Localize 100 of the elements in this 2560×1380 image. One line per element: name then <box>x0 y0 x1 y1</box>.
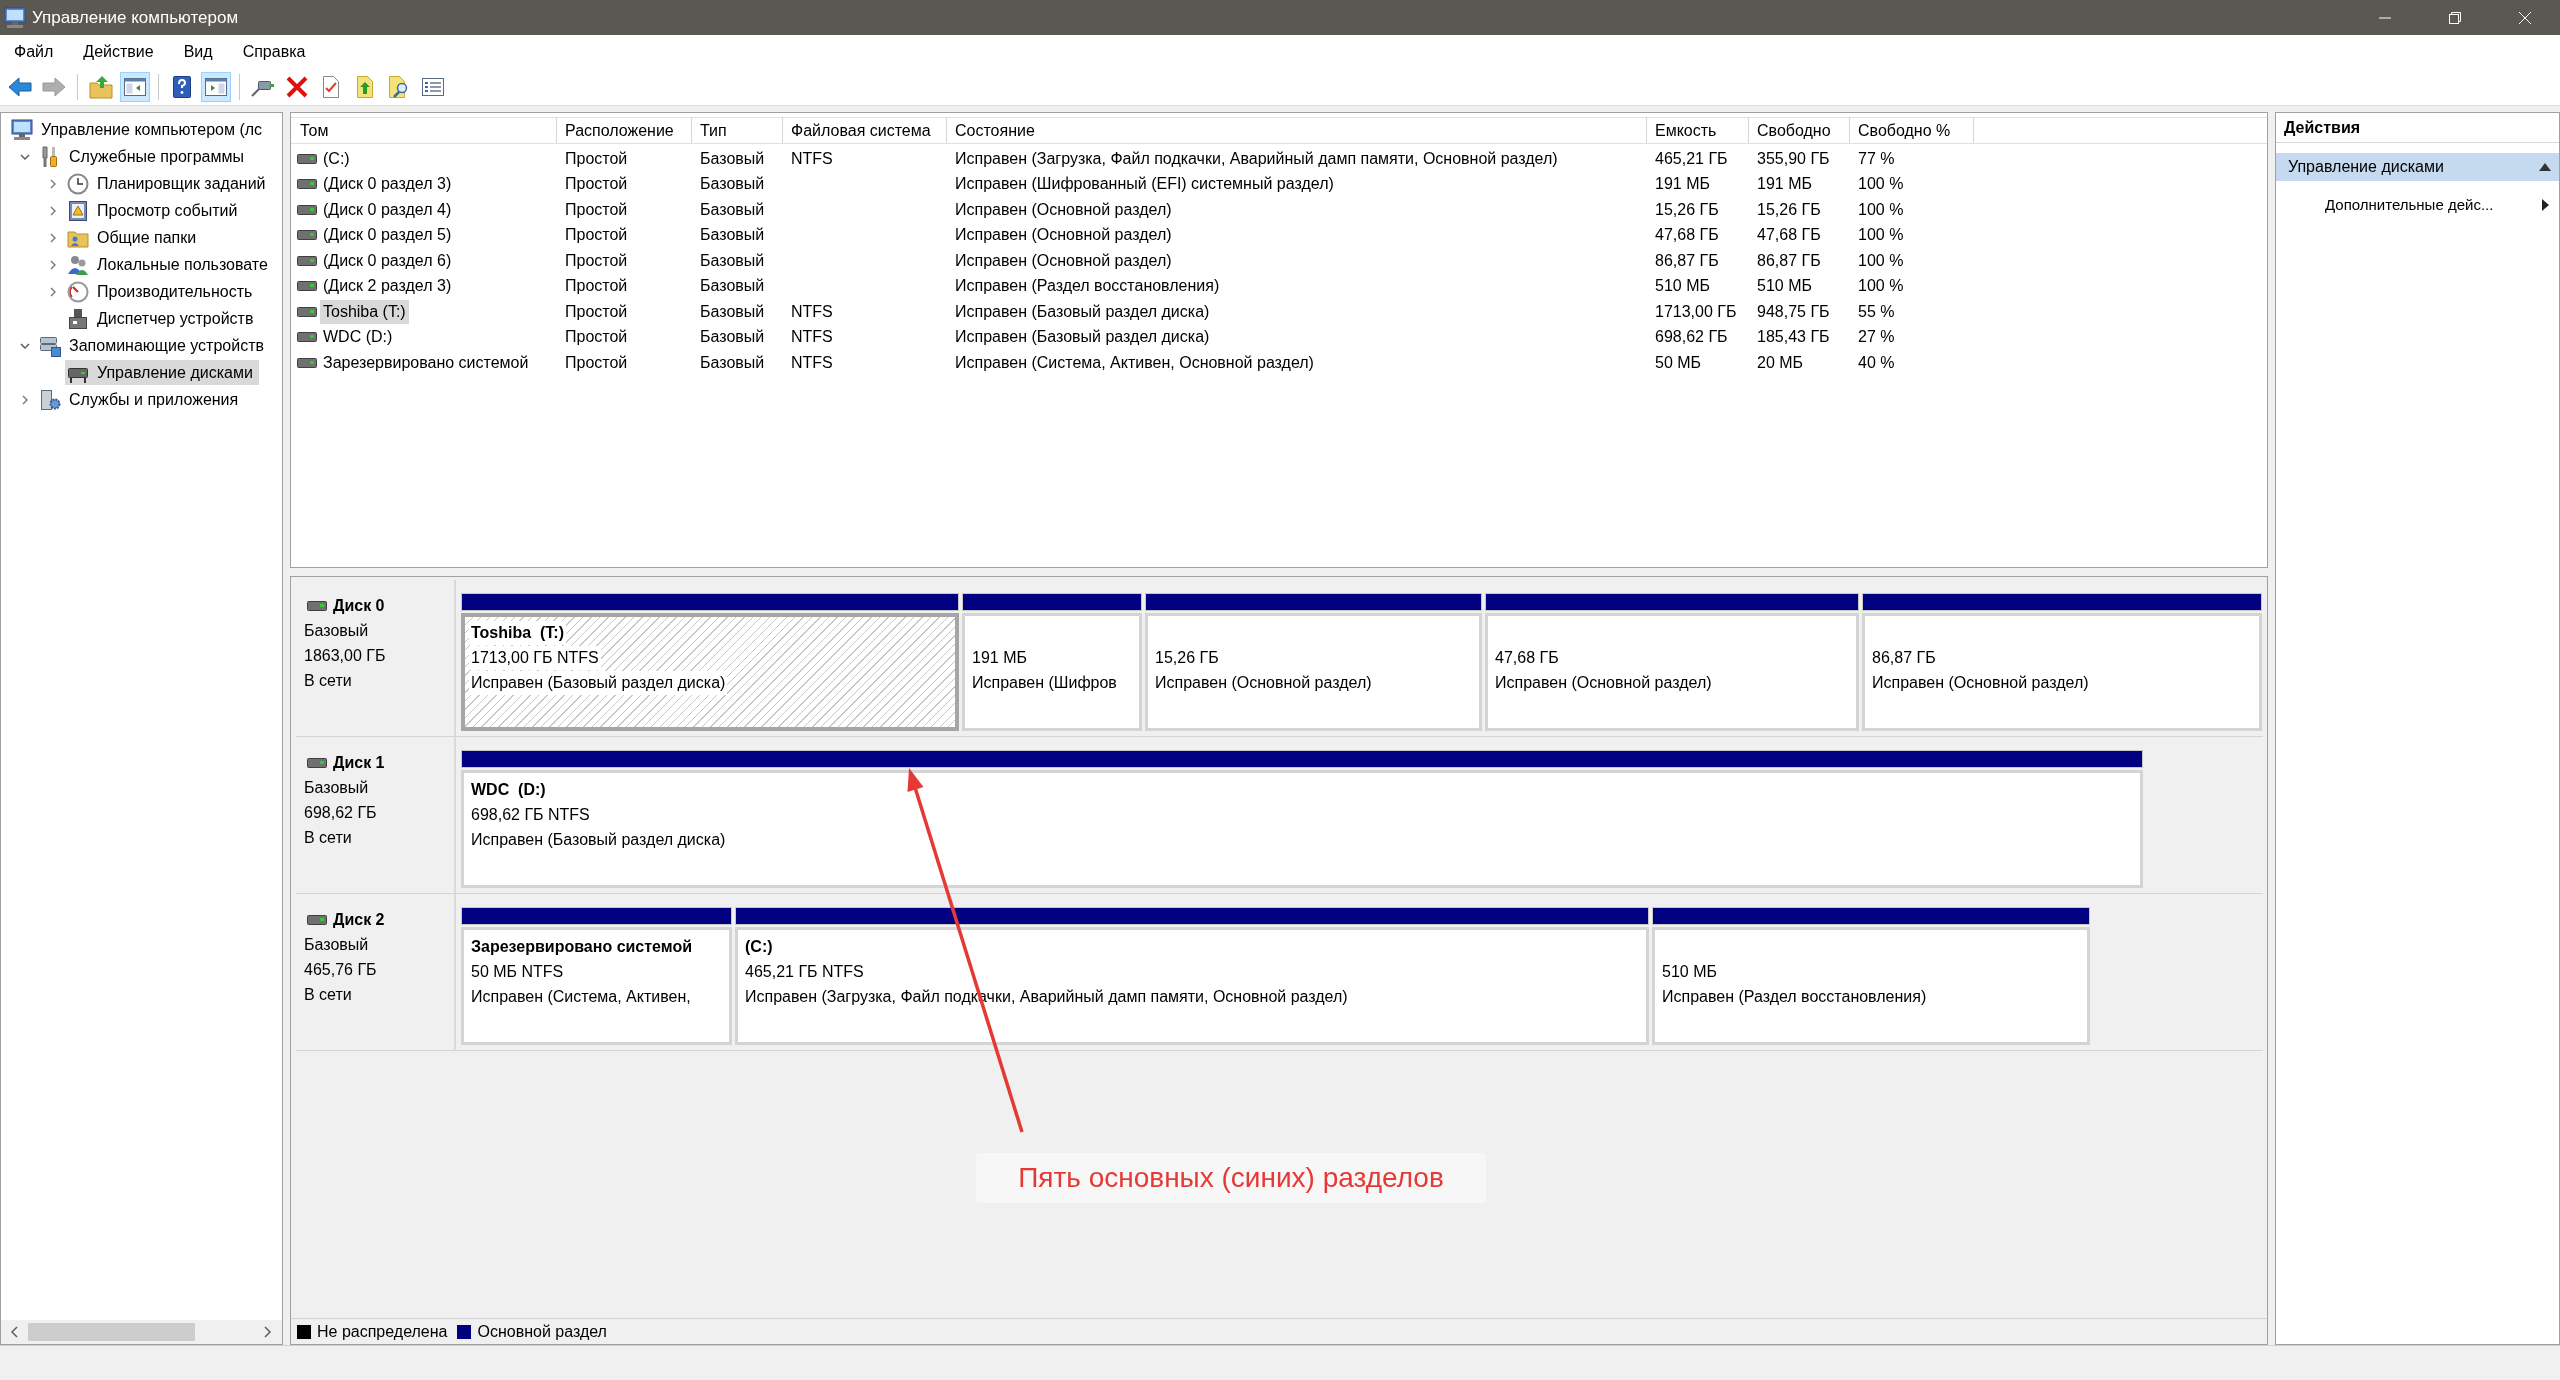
status-text: Исправен (Основной раздел) <box>955 250 1172 271</box>
chevron-right-icon[interactable] <box>48 178 58 189</box>
volume-name[interactable]: WDC (D:) <box>320 325 396 350</box>
partition-status: Исправен (Базовый раздел диска) <box>469 670 728 695</box>
tree-item[interactable]: Планировщик заданий <box>65 171 272 196</box>
layout-text: Простой <box>565 301 628 322</box>
layout-text: Простой <box>565 327 628 348</box>
status-text: Исправен (Система, Активен, Основной раздел) <box>955 352 1314 373</box>
menu-item[interactable]: Вид <box>175 37 221 67</box>
menu-item[interactable]: Справка <box>234 37 314 67</box>
type-text: Базовый <box>700 250 765 271</box>
tree-item[interactable]: Запоминающие устройств <box>37 333 270 358</box>
volume-name[interactable]: (Диск 0 раздел 4) <box>320 197 455 222</box>
type-text: Базовый <box>700 174 765 195</box>
console-tree-button[interactable] <box>120 72 150 102</box>
disk-type: Базовый <box>304 621 370 641</box>
free-space-text: 185,43 ГБ <box>1757 327 1830 348</box>
capacity-text: 50 МБ <box>1655 352 1702 373</box>
partition-panel[interactable]: 47,68 ГБ Исправен (Основной раздел) <box>1485 613 1859 731</box>
free-space-text: 355,90 ГБ <box>1757 148 1830 169</box>
status-text: Исправен (Базовый раздел диска) <box>955 301 1210 322</box>
free-percent-text: 100 % <box>1858 174 1904 195</box>
disk-name: Диск 2 <box>333 909 385 930</box>
drive-icon <box>297 153 317 164</box>
right-arrow-icon <box>42 75 66 99</box>
tree-item[interactable]: Служебные программы <box>37 144 250 169</box>
free-percent-text: 77 % <box>1858 148 1895 169</box>
capacity-text: 47,68 ГБ <box>1655 225 1719 246</box>
list-window-icon <box>421 75 445 99</box>
gauge-icon <box>67 280 89 303</box>
capacity-text: 698,62 ГБ <box>1655 327 1728 348</box>
action-pane-button[interactable] <box>201 72 231 102</box>
disk-name: Диск 0 <box>333 595 385 616</box>
capacity-text: 86,87 ГБ <box>1655 250 1719 271</box>
volume-name[interactable]: (Диск 2 раздел 3) <box>320 274 455 299</box>
free-percent-text: 100 % <box>1858 225 1904 246</box>
disk-size: 1863,00 ГБ <box>304 646 387 666</box>
tree-item[interactable]: Локальные пользовате <box>65 252 274 277</box>
partition-panel[interactable]: Зарезервировано системой 50 МБ NTFS Исправен (Система, Активен, <box>461 927 732 1045</box>
file-system-text: NTFS <box>791 148 833 169</box>
layout-text: Простой <box>565 225 628 246</box>
menu-item[interactable]: Файл <box>6 37 62 67</box>
computer-icon <box>4 6 26 29</box>
action-item[interactable]: Дополнительные дейс... <box>2276 187 2559 223</box>
legend-label: Основной раздел <box>477 1321 607 1342</box>
triangle-right-icon <box>2542 199 2549 211</box>
tree-item[interactable]: Диспетчер устройств <box>65 306 260 331</box>
volume-name[interactable]: Зарезервировано системой <box>320 350 532 375</box>
volume-name[interactable]: (C:) <box>320 146 353 171</box>
tree-item[interactable]: Просмотр событий <box>65 198 244 223</box>
partition-panel[interactable]: 510 МБ Исправен (Раздел восстановления) <box>1652 927 2090 1045</box>
drive-icon <box>297 357 317 368</box>
type-text: Базовый <box>700 148 765 169</box>
menu-item[interactable]: Действие <box>75 37 162 67</box>
tree-item[interactable]: Службы и приложения <box>37 387 245 412</box>
status-text: Исправен (Основной раздел) <box>955 199 1172 220</box>
status-text: Исправен (Раздел восстановления) <box>955 276 1220 297</box>
tree-item[interactable]: Управление дисками <box>65 360 259 385</box>
window-title: Управление компьютером <box>32 6 239 29</box>
partition-panel[interactable]: 15,26 ГБ Исправен (Основной раздел) <box>1145 613 1482 731</box>
tree-item[interactable]: Производительность <box>65 279 259 304</box>
status-text: Исправен (Загрузка, Файл подкачки, Аварийный дамп памяти, Основной раздел) <box>955 148 1558 169</box>
partition-panel[interactable]: WDC (D:) 698,62 ГБ NTFS Исправен (Базовый раздел диска) <box>461 770 2143 888</box>
capacity-text: 1713,00 ГБ <box>1655 301 1737 322</box>
partition-panel[interactable]: Toshiba (T:) 1713,00 ГБ NTFS Исправен (Базовый раздел диска) <box>461 613 959 731</box>
partition-panel[interactable]: 191 МБ Исправен (Шифров <box>962 613 1142 731</box>
type-text: Базовый <box>700 225 765 246</box>
volume-name[interactable]: (Диск 0 раздел 6) <box>320 248 455 273</box>
partition-label: Toshiba (T:) <box>469 620 567 645</box>
scrollbar-thumb[interactable] <box>28 1323 195 1341</box>
volume-name[interactable]: (Диск 0 раздел 5) <box>320 223 455 248</box>
left-arrow-icon <box>8 75 32 99</box>
drive-icon <box>297 306 317 317</box>
chevron-right-icon[interactable] <box>20 394 30 405</box>
layout-text: Простой <box>565 199 628 220</box>
free-percent-text: 27 % <box>1858 327 1895 348</box>
drive-icon <box>297 255 317 266</box>
free-space-text: 510 МБ <box>1757 276 1812 297</box>
chevron-right-icon[interactable] <box>48 232 58 243</box>
chevron-right-icon[interactable] <box>48 259 58 270</box>
free-percent-text: 55 % <box>1858 301 1895 322</box>
volume-name[interactable]: Toshiba (T:) <box>320 299 409 324</box>
partition-panel[interactable]: 86,87 ГБ Исправен (Основной раздел) <box>1862 613 2262 731</box>
chevron-right-icon[interactable] <box>48 286 58 297</box>
clock-icon <box>67 172 89 195</box>
free-percent-text: 100 % <box>1858 250 1904 271</box>
type-text: Базовый <box>700 352 765 373</box>
actions-section-header[interactable]: Управление дисками <box>2276 153 2559 181</box>
file-system-text: NTFS <box>791 301 833 322</box>
server-gear-icon <box>39 388 61 411</box>
tree-item[interactable]: Общие папки <box>65 225 203 250</box>
status-text: Исправен (Основной раздел) <box>955 225 1172 246</box>
volume-name[interactable]: (Диск 0 раздел 3) <box>320 172 455 197</box>
help-icon <box>170 75 194 99</box>
tree-item[interactable]: Управление компьютером (лс <box>9 117 269 142</box>
disk-name: Диск 1 <box>333 752 385 773</box>
layout-text: Простой <box>565 148 628 169</box>
chevron-right-icon[interactable] <box>48 205 58 216</box>
disk-size: 698,62 ГБ <box>304 803 378 823</box>
free-space-text: 191 МБ <box>1757 174 1812 195</box>
